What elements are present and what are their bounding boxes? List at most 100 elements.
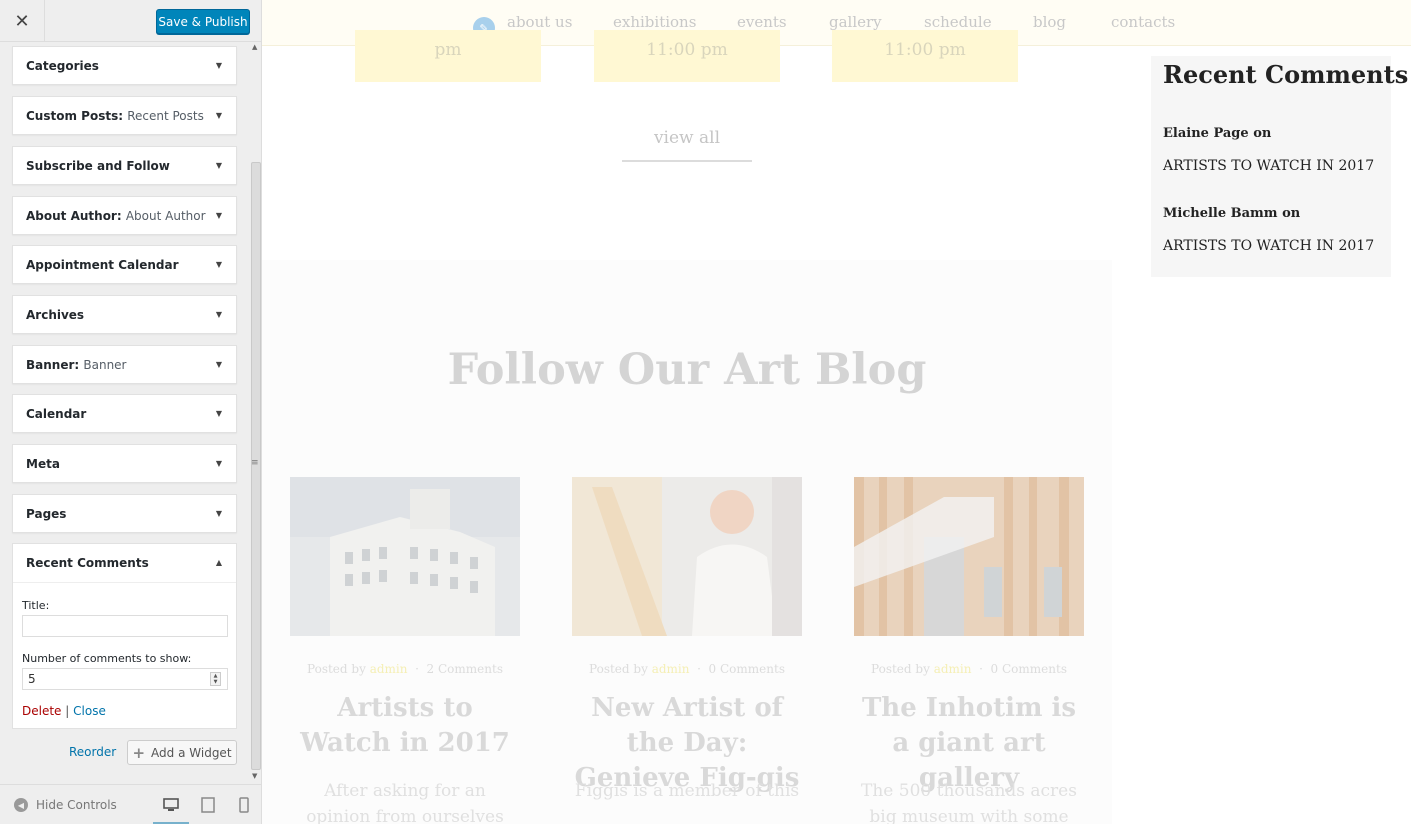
add-widget-button[interactable]: + Add a Widget (127, 740, 237, 765)
save-publish-button[interactable]: Save & Publish (156, 9, 250, 34)
widget-title: Subscribe and Follow (26, 159, 170, 173)
widget-banner[interactable]: Banner: Banner ▼ (12, 345, 237, 384)
chevron-down-icon[interactable]: ▼ (216, 111, 222, 120)
scroll-down-icon[interactable]: ▼ (252, 772, 257, 780)
comment-post-link[interactable]: ARTISTS TO WATCH IN 2017 (1163, 158, 1374, 174)
widget-name: Pages (26, 507, 67, 521)
widget-appointment-calendar[interactable]: Appointment Calendar ▼ (12, 245, 237, 284)
add-widget-label: Add a Widget (151, 745, 232, 760)
view-all-link[interactable]: view all (622, 124, 752, 162)
chevron-down-icon[interactable]: ▼ (216, 459, 222, 468)
post-excerpt: The 500 thousands acres big museum with … (861, 781, 1077, 824)
widget-custom-posts[interactable]: Custom Posts: Recent Posts ▼ (12, 96, 237, 135)
chevron-down-icon[interactable]: ▼ (216, 409, 222, 418)
post-meta: Posted by admin · 0 Comments (871, 662, 1067, 676)
tablet-preview-icon[interactable] (199, 796, 217, 814)
comment-author[interactable]: Michelle Bamm on (1163, 206, 1300, 221)
widget-title: Banner: Banner (26, 358, 127, 372)
scroll-up-icon[interactable]: ▲ (252, 43, 257, 51)
customizer-sidebar: ✕ Save & Publish Categories ▼ Custom Pos… (0, 0, 262, 824)
widget-title: Appointment Calendar (26, 258, 179, 272)
post-author-link[interactable]: admin (370, 662, 408, 676)
chevron-down-icon[interactable]: ▼ (216, 509, 222, 518)
grip-icon: ≡ (251, 458, 259, 468)
widget-title: Meta (26, 457, 60, 471)
widget-archives[interactable]: Archives ▼ (12, 295, 237, 334)
mobile-preview-icon[interactable] (235, 796, 253, 814)
widget-name: Meta (26, 457, 60, 471)
chevron-down-icon[interactable]: ▼ (216, 260, 222, 269)
chevron-up-icon[interactable]: ▲ (216, 558, 222, 567)
widget-actions: Delete | Close (22, 704, 106, 718)
chevron-down-icon[interactable]: ▼ (216, 360, 222, 369)
widget-name: Archives (26, 308, 85, 322)
widget-title: About Author: About Author (26, 209, 206, 223)
widget-title: Pages (26, 507, 66, 521)
widget-title: Calendar (26, 407, 86, 421)
posted-by-label: Posted by (589, 662, 648, 676)
blog-heading: Follow Our Art Blog (447, 345, 927, 395)
number-value: 5 (28, 672, 36, 686)
plus-icon: + (132, 743, 146, 762)
widget-name: Subscribe and Follow (26, 159, 170, 173)
widget-name: Banner: (26, 358, 80, 372)
posted-by-label: Posted by (307, 662, 366, 676)
widget-meta[interactable]: Meta ▼ (12, 444, 237, 483)
widget-instance-title: About Author (125, 209, 206, 223)
comment-post-link[interactable]: ARTISTS TO WATCH IN 2017 (1163, 238, 1374, 254)
close-icon[interactable]: ✕ (0, 0, 45, 42)
widget-name: Custom Posts: (26, 109, 124, 123)
widget-recent-comments-header[interactable]: Recent Comments ▲ (13, 544, 236, 583)
widget-title: Recent Comments (26, 556, 149, 570)
widget-subscribe-follow[interactable]: Subscribe and Follow ▼ (12, 146, 237, 185)
post-meta: Posted by admin · 2 Comments (307, 662, 503, 676)
widget-instance-title: Recent Posts (127, 109, 204, 123)
delete-link[interactable]: Delete (22, 704, 61, 718)
separator: | (65, 704, 70, 718)
post-title[interactable]: Artists to Watch in 2017 (290, 691, 520, 761)
close-link[interactable]: Close (73, 704, 106, 718)
hide-controls-label: Hide Controls (36, 798, 117, 812)
widget-name: About Author: (26, 209, 122, 223)
post-image-artist[interactable] (572, 477, 802, 636)
widget-calendar[interactable]: Calendar ▼ (12, 394, 237, 433)
recent-comments-heading: Recent Comments (1163, 60, 1409, 89)
widget-title: Categories (26, 59, 99, 73)
desktop-preview-icon[interactable] (162, 796, 180, 814)
chevron-down-icon[interactable]: ▼ (216, 161, 222, 170)
customizer-footer: ◀ Hide Controls (0, 784, 261, 824)
widget-about-author[interactable]: About Author: About Author ▼ (12, 196, 237, 235)
sidebar-scrollbar[interactable]: ▲ ≡ ▼ (250, 42, 261, 784)
spinner-arrows-icon[interactable]: ▲ ▼ (210, 672, 221, 686)
widget-name: Appointment Calendar (26, 258, 179, 272)
post-author-link[interactable]: admin (934, 662, 972, 676)
widget-categories[interactable]: Categories ▼ (12, 46, 237, 85)
post-image-gallery-building[interactable] (854, 477, 1084, 636)
post-comments-count[interactable]: 2 Comments (427, 662, 503, 676)
recent-comments-widget-preview[interactable]: Recent Comments Elaine Page on ARTISTS T… (1151, 56, 1408, 277)
comment-author[interactable]: Elaine Page on (1163, 126, 1271, 141)
number-of-comments-stepper[interactable]: 5 ▲ ▼ (22, 668, 228, 690)
nav-overlay (262, 0, 1411, 46)
number-field-label: Number of comments to show: (22, 652, 192, 665)
reorder-link[interactable]: Reorder (69, 745, 116, 759)
chevron-down-icon[interactable]: ▼ (216, 310, 222, 319)
post-excerpt: Figgis is a member of this (574, 781, 800, 801)
customizer-header: ✕ Save & Publish (0, 0, 261, 42)
collapse-icon: ◀ (14, 798, 28, 812)
chevron-down-icon[interactable]: ▼ (216, 211, 222, 220)
widget-pages[interactable]: Pages ▼ (12, 494, 237, 533)
widget-recent-comments-expanded: Recent Comments ▲ Title: Number of comme… (12, 543, 237, 729)
post-comments-count[interactable]: 0 Comments (991, 662, 1067, 676)
post-image-building[interactable] (290, 477, 520, 636)
chevron-down-icon[interactable]: ▼ (216, 61, 222, 70)
widget-title: Custom Posts: Recent Posts (26, 109, 204, 123)
title-field[interactable] (22, 615, 228, 637)
post-author-link[interactable]: admin (652, 662, 690, 676)
post-comments-count[interactable]: 0 Comments (709, 662, 785, 676)
post-meta: Posted by admin · 0 Comments (589, 662, 785, 676)
widget-name: Calendar (26, 407, 87, 421)
hide-controls-button[interactable]: ◀ Hide Controls (14, 798, 117, 812)
post-excerpt: After asking for an opinion from ourselv… (306, 781, 504, 824)
title-field-label: Title: (22, 599, 50, 612)
